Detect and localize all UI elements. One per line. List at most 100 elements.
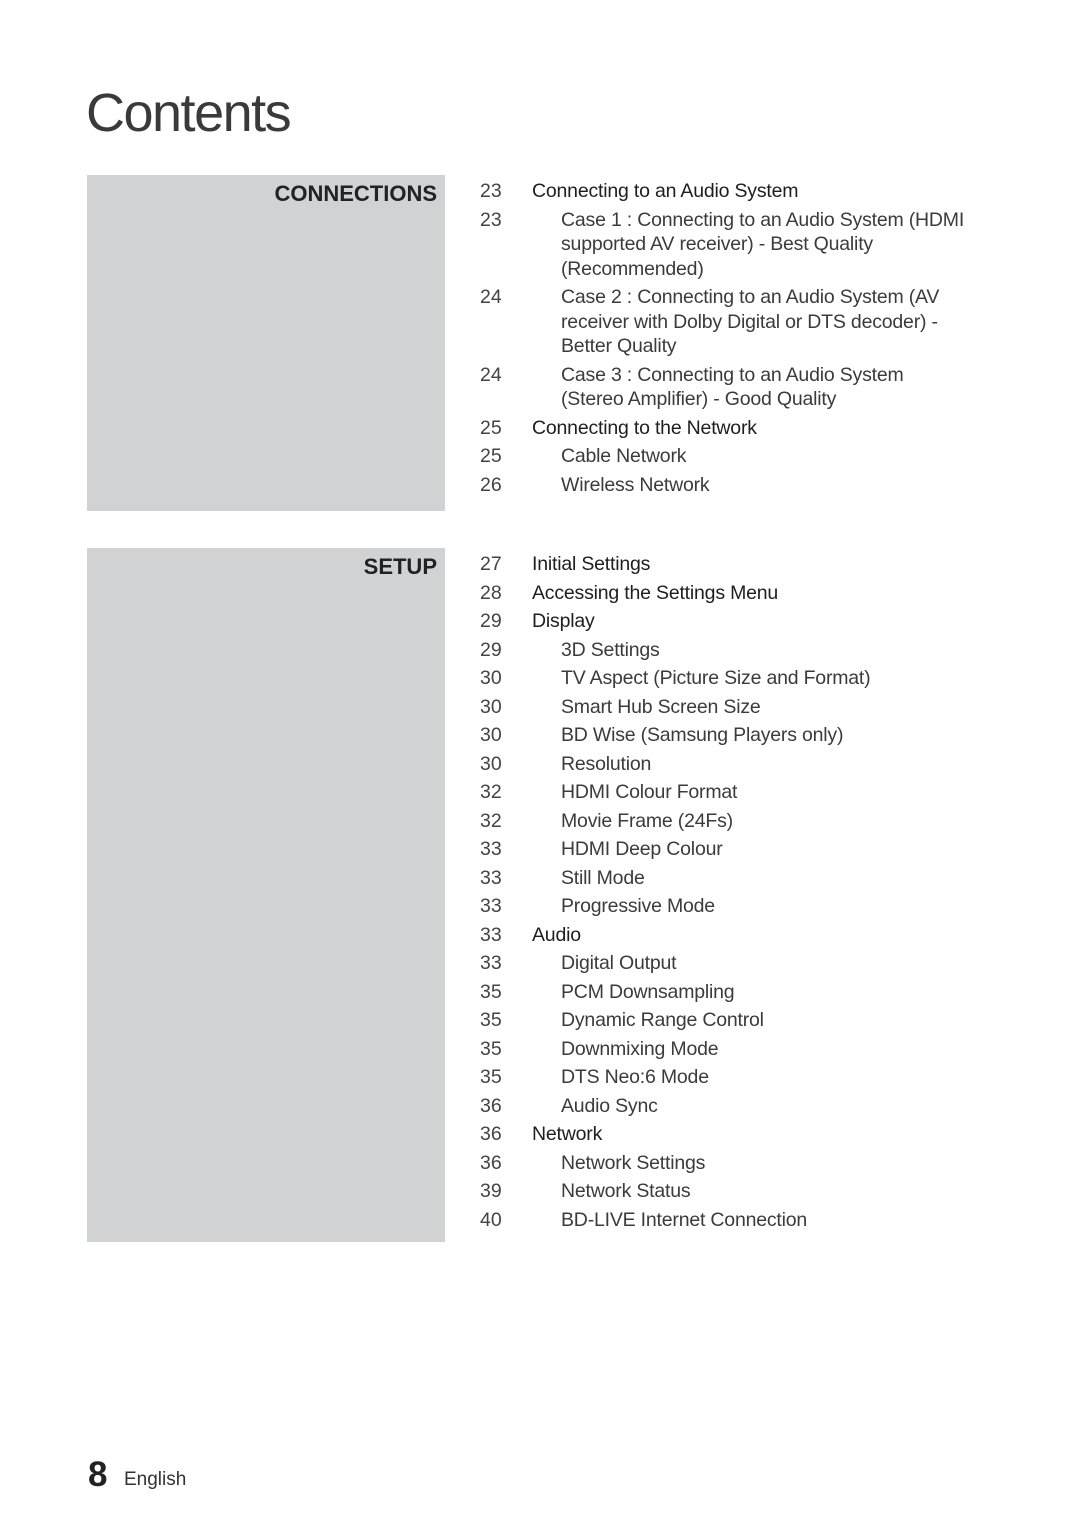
section-label: SETUP xyxy=(363,554,437,579)
section-panel xyxy=(87,175,445,511)
toc-subentry[interactable]: 33 Progressive Mode xyxy=(480,894,970,919)
toc-page-number: 23 xyxy=(480,208,502,231)
toc-page-number: 33 xyxy=(480,952,502,974)
toc-heading-entry[interactable]: 36 Network xyxy=(480,1122,970,1147)
toc-entry-title: BD Wise (Samsung Players only) xyxy=(561,724,844,746)
toc-page-number: 30 xyxy=(480,724,502,746)
toc-subentry[interactable]: 35 DTS Neo:6 Mode xyxy=(480,1065,970,1090)
toc-heading-entry[interactable]: 25 Connecting to the Network xyxy=(480,416,970,441)
toc-page-number: 33 xyxy=(480,838,502,860)
toc-page-number: 30 xyxy=(480,752,502,775)
toc-entry-title: PCM Downsampling xyxy=(561,980,735,1003)
section-label: CONNECTIONS xyxy=(274,181,437,206)
toc-subentry[interactable]: 24 Case 3 : Connecting to an Audio System… xyxy=(480,363,970,412)
toc-entry-title: Wireless Network xyxy=(561,473,710,496)
toc-subentry[interactable]: 36 Network Settings xyxy=(480,1151,970,1176)
toc-entry-title: HDMI Deep Colour xyxy=(561,838,723,860)
toc-list: 27 Initial Settings 28 Accessing the Settin… xyxy=(480,552,970,1236)
toc-entry-title: Smart Hub Screen Size xyxy=(561,695,761,718)
toc-page-number: 28 xyxy=(480,581,502,604)
toc-page-number: 39 xyxy=(480,1180,502,1202)
toc-entry-title: Accessing the Settings Menu xyxy=(532,581,779,604)
toc-page-number: 36 xyxy=(480,1094,502,1117)
toc-entry-title: Audio Sync xyxy=(561,1094,658,1117)
toc-subentry[interactable]: 29 3D Settings xyxy=(480,638,970,663)
toc-page-number: 32 xyxy=(480,809,502,832)
toc-page-number: 26 xyxy=(480,473,502,496)
toc-page-number: 33 xyxy=(480,866,502,889)
toc-heading-entry[interactable]: 27 Initial Settings xyxy=(480,552,970,577)
toc-entry-title: Dynamic Range Control xyxy=(561,1009,764,1031)
toc-subentry[interactable]: 36 Audio Sync xyxy=(480,1094,970,1119)
toc-entry-title: Connecting to an Audio System xyxy=(532,180,799,202)
toc-page-number: 25 xyxy=(480,445,502,467)
toc-subentry[interactable]: 35 Dynamic Range Control xyxy=(480,1008,970,1033)
toc-entry-title: BD-LIVE Internet Connection xyxy=(561,1208,808,1231)
toc-page-number: 33 xyxy=(480,895,502,917)
toc-entry-title: Case 2 : Connecting to an Audio System (… xyxy=(561,286,940,357)
toc-heading-entry[interactable]: 28 Accessing the Settings Menu xyxy=(480,581,970,606)
toc-subentry[interactable]: 30 TV Aspect (Picture Size and Format) xyxy=(480,666,970,691)
toc-entry-title: Display xyxy=(532,610,595,632)
toc-page-number: 33 xyxy=(480,923,502,946)
toc-subentry[interactable]: 35 PCM Downsampling xyxy=(480,980,970,1005)
toc-page-number: 35 xyxy=(480,980,502,1003)
toc-page-number: 35 xyxy=(480,1037,502,1060)
toc-page-number: 29 xyxy=(480,638,502,661)
toc-heading-entry[interactable]: 29 Display xyxy=(480,609,970,634)
toc-entry-title: Progressive Mode xyxy=(561,895,715,917)
toc-page-number: 40 xyxy=(480,1208,502,1231)
toc-subentry[interactable]: 33 Still Mode xyxy=(480,866,970,891)
page-title: Contents xyxy=(86,83,292,143)
toc-page-number: 32 xyxy=(480,781,502,803)
toc-entry-title: Case 1 : Connecting to an Audio System (… xyxy=(561,208,965,280)
toc-subentry[interactable]: 39 Network Status xyxy=(480,1179,970,1204)
toc-subentry[interactable]: 40 BD-LIVE Internet Connection xyxy=(480,1208,970,1233)
section-panel xyxy=(87,548,445,1242)
toc-page-number: 25 xyxy=(480,416,502,439)
toc-entry-title: Network xyxy=(532,1123,603,1145)
toc-subentry[interactable]: 25 Cable Network xyxy=(480,444,970,469)
toc-entry-title: HDMI Colour Format xyxy=(561,781,738,803)
toc-entry-title: Connecting to the Network xyxy=(532,416,757,439)
toc-page-number: 24 xyxy=(480,286,502,308)
toc-subentry[interactable]: 32 HDMI Colour Format xyxy=(480,780,970,805)
toc-entry-title: TV Aspect (Picture Size and Format) xyxy=(561,667,871,689)
toc-entry-title: Digital Output xyxy=(561,952,677,974)
toc-page-number: 30 xyxy=(480,695,502,718)
toc-entry-title: Movie Frame (24Fs) xyxy=(561,809,733,832)
toc-subentry[interactable]: 23 Case 1 : Connecting to an Audio System… xyxy=(480,208,970,282)
toc-entry-title: Case 3 : Connecting to an Audio System (… xyxy=(561,363,904,411)
toc-entry-title: Resolution xyxy=(561,752,652,775)
toc-page-number: 23 xyxy=(480,180,502,202)
toc-entry-title: DTS Neo:6 Mode xyxy=(561,1066,709,1088)
toc-entry-title: Downmixing Mode xyxy=(561,1037,719,1060)
toc-subentry[interactable]: 32 Movie Frame (24Fs) xyxy=(480,809,970,834)
toc-entry-title: 3D Settings xyxy=(561,638,660,661)
footer-language: English xyxy=(124,1469,187,1490)
toc-subentry[interactable]: 30 Resolution xyxy=(480,752,970,777)
toc-page-number: 30 xyxy=(480,667,502,689)
toc-page-number: 29 xyxy=(480,610,502,632)
toc-page-number: 24 xyxy=(480,363,502,386)
toc-subentry[interactable]: 24 Case 2 : Connecting to an Audio System… xyxy=(480,285,970,359)
toc-entry-title: Still Mode xyxy=(561,866,645,889)
toc-entry-title: Initial Settings xyxy=(532,553,651,575)
toc-page-number: 35 xyxy=(480,1066,502,1088)
toc-entry-title: Network Status xyxy=(561,1180,691,1202)
toc-heading-entry[interactable]: 33 Audio xyxy=(480,923,970,948)
toc-subentry[interactable]: 30 BD Wise (Samsung Players only) xyxy=(480,723,970,748)
toc-list: 23 Connecting to an Audio System 23 Case 1 … xyxy=(480,179,970,501)
toc-page-number: 36 xyxy=(480,1123,502,1145)
toc-entry-title: Audio xyxy=(532,923,581,946)
toc-subentry[interactable]: 30 Smart Hub Screen Size xyxy=(480,695,970,720)
toc-page-number: 36 xyxy=(480,1151,502,1174)
toc-subentry[interactable]: 33 HDMI Deep Colour xyxy=(480,837,970,862)
toc-entry-title: Cable Network xyxy=(561,445,687,467)
toc-page-number: 35 xyxy=(480,1009,502,1031)
toc-page-number: 27 xyxy=(480,553,502,575)
toc-heading-entry[interactable]: 23 Connecting to an Audio System xyxy=(480,179,970,204)
toc-subentry[interactable]: 33 Digital Output xyxy=(480,951,970,976)
toc-subentry[interactable]: 35 Downmixing Mode xyxy=(480,1037,970,1062)
toc-subentry[interactable]: 26 Wireless Network xyxy=(480,473,970,498)
